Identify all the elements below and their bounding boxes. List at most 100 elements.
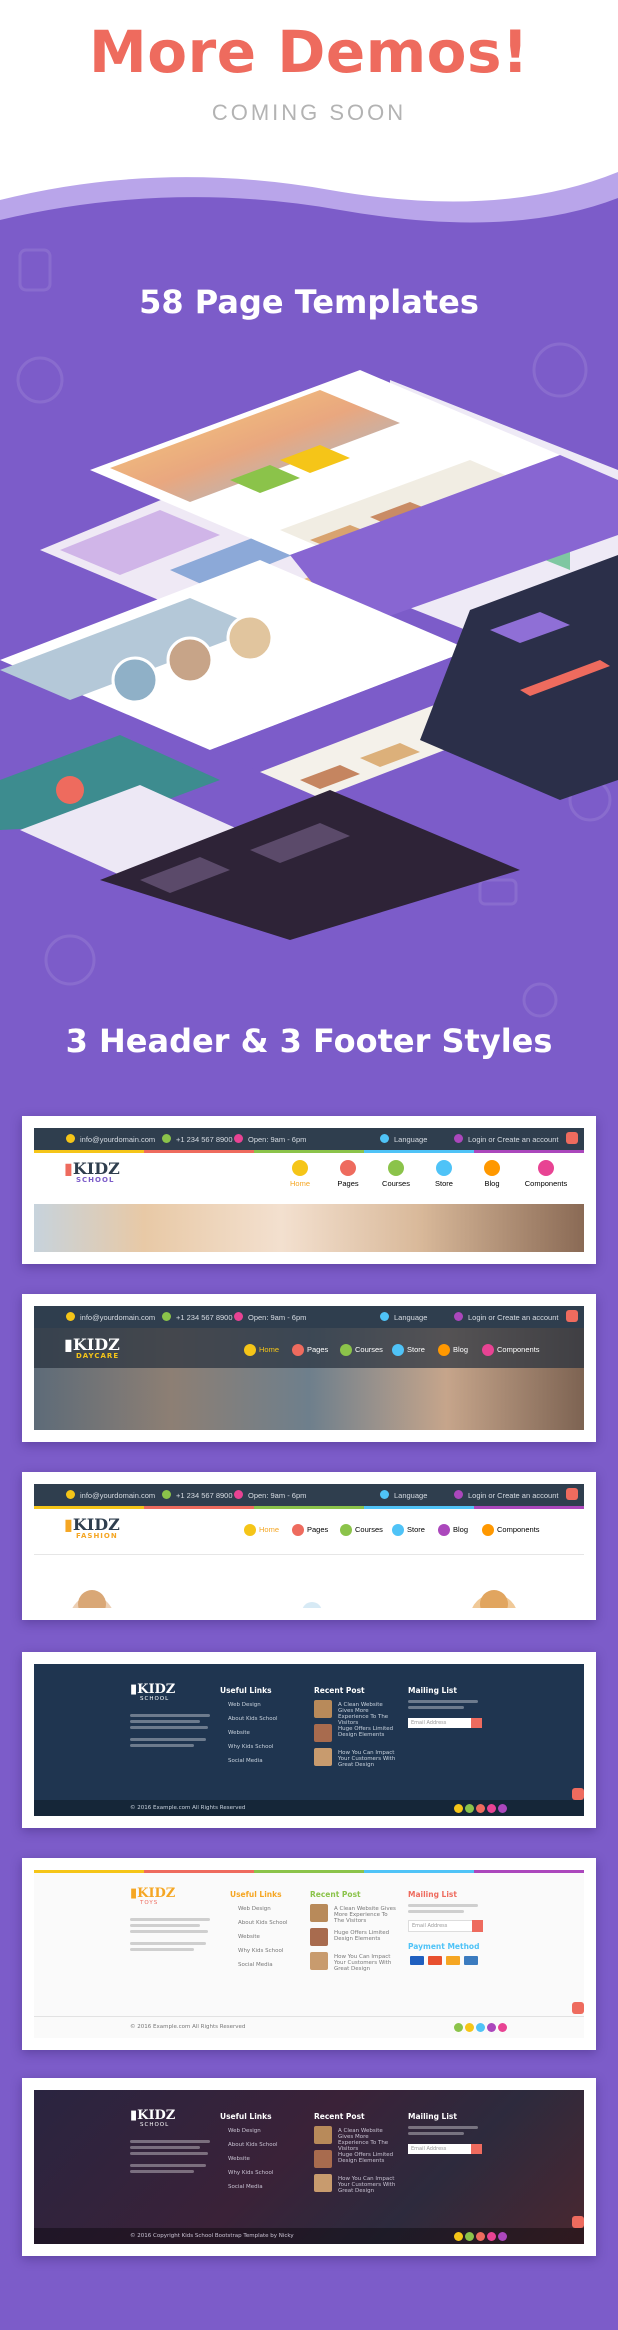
hero-title: More Demos! <box>89 18 529 86</box>
newsletter-submit-button[interactable] <box>471 1718 482 1728</box>
cart-icon[interactable] <box>566 1488 578 1500</box>
lock-icon <box>454 1490 463 1499</box>
nav-store[interactable]: Store <box>392 1524 436 1536</box>
footer-link[interactable]: Why Kids School <box>228 2170 273 2176</box>
social-icon[interactable] <box>454 2232 463 2241</box>
recent-post[interactable]: A Clean Website Gives More Experience To… <box>338 1702 398 1726</box>
social-icon[interactable] <box>487 1804 496 1813</box>
scroll-top-icon[interactable] <box>572 1788 584 1800</box>
social-icon[interactable] <box>465 2023 474 2032</box>
email-text[interactable]: info@yourdomain.com <box>80 1313 155 1322</box>
footer-link[interactable]: Why Kids School <box>228 1744 273 1750</box>
footer-link[interactable]: Social Media <box>228 2184 263 2190</box>
recent-post[interactable]: A Clean Website Gives More Experience To… <box>338 2128 398 2152</box>
phone-text[interactable]: +1 234 567 8900 <box>176 1491 233 1500</box>
header-style-2: info@yourdomain.com +1 234 567 8900 Open… <box>22 1294 596 1442</box>
footer-link[interactable]: Social Media <box>238 1962 273 1968</box>
scroll-top-icon[interactable] <box>572 2216 584 2228</box>
nav-components[interactable]: Components <box>482 1344 552 1356</box>
nav-pages[interactable]: Pages <box>292 1524 336 1536</box>
footer-logo[interactable]: ▮KIDZ SCHOOL <box>130 1683 175 1702</box>
hero-photo <box>34 1556 584 1608</box>
social-icon[interactable] <box>498 2232 507 2241</box>
email-text[interactable]: info@yourdomain.com <box>80 1491 155 1500</box>
social-icon[interactable] <box>454 2023 463 2032</box>
login-link[interactable]: Login or Create an account <box>468 1135 558 1144</box>
nav-blog[interactable]: Blog <box>438 1524 478 1536</box>
header-style-3: info@yourdomain.com +1 234 567 8900 Open… <box>22 1472 596 1620</box>
globe-icon <box>380 1312 389 1321</box>
nav-courses[interactable]: Courses <box>340 1344 388 1356</box>
footer-link[interactable]: Web Design <box>238 1906 271 1912</box>
wave-divider <box>0 172 618 250</box>
social-icon[interactable] <box>476 2232 485 2241</box>
phone-text[interactable]: +1 234 567 8900 <box>176 1135 233 1144</box>
nav-courses[interactable]: Courses <box>340 1524 388 1536</box>
recent-post-title: Recent Post <box>310 1890 361 1899</box>
footer-link[interactable]: Why Kids School <box>238 1948 283 1954</box>
recent-post[interactable]: How You Can Impact Your Customers With G… <box>338 2176 398 2194</box>
recent-post[interactable]: A Clean Website Gives More Experience To… <box>334 1906 396 1924</box>
recent-post[interactable]: How You Can Impact Your Customers With G… <box>334 1954 396 1972</box>
nav-pages[interactable]: Pages <box>292 1344 336 1356</box>
newsletter-email-input[interactable]: Email Address <box>408 1718 471 1728</box>
logo[interactable]: ▮KIDZ SCHOOL <box>64 1161 120 1185</box>
nav-store[interactable]: Store <box>392 1344 436 1356</box>
newsletter-email-input[interactable]: Email Address <box>408 1920 473 1932</box>
language-select[interactable]: Language <box>394 1313 427 1322</box>
nav-store[interactable]: Store <box>424 1160 464 1188</box>
cart-icon[interactable] <box>566 1310 578 1322</box>
nav-blog[interactable]: Blog <box>472 1160 512 1188</box>
nav-blog[interactable]: Blog <box>438 1344 478 1356</box>
nav-home[interactable]: Home <box>244 1524 288 1536</box>
logo[interactable]: ▮KIDZ DAYCARE <box>64 1337 120 1361</box>
newsletter-submit-button[interactable] <box>472 1920 483 1932</box>
logo[interactable]: ▮KIDZ FASHION <box>64 1517 120 1541</box>
useful-links-title: Useful Links <box>220 2112 272 2121</box>
social-icon[interactable] <box>498 2023 507 2032</box>
recent-post[interactable]: How You Can Impact Your Customers With G… <box>338 1750 398 1768</box>
login-link[interactable]: Login or Create an account <box>468 1313 558 1322</box>
social-icon[interactable] <box>498 1804 507 1813</box>
envelope-icon <box>66 1312 75 1321</box>
social-icon[interactable] <box>465 1804 474 1813</box>
recent-post[interactable]: Huge Offers Limited Design Elements <box>334 1930 396 1942</box>
scroll-top-icon[interactable] <box>572 2002 584 2014</box>
email-text[interactable]: info@yourdomain.com <box>80 1135 155 1144</box>
nav-components[interactable]: Components <box>482 1524 552 1536</box>
cart-icon[interactable] <box>566 1132 578 1144</box>
nav-home[interactable]: Home <box>244 1344 288 1356</box>
social-icon[interactable] <box>487 2023 496 2032</box>
newsletter-email-input[interactable]: Email Address <box>408 2144 471 2154</box>
nav-pages[interactable]: Pages <box>328 1160 368 1188</box>
footer-link[interactable]: About Kids School <box>238 1920 288 1926</box>
footer-logo[interactable]: ▮KIDZ TOYS <box>130 1887 175 1906</box>
phone-text[interactable]: +1 234 567 8900 <box>176 1313 233 1322</box>
social-icon[interactable] <box>476 2023 485 2032</box>
footer-link[interactable]: Website <box>238 1934 260 1940</box>
newsletter-submit-button[interactable] <box>471 2144 482 2154</box>
language-select[interactable]: Language <box>394 1135 427 1144</box>
footer-link[interactable]: Web Design <box>228 2128 261 2134</box>
hero-photo <box>34 1204 584 1252</box>
nav-components[interactable]: Components <box>520 1160 572 1188</box>
footer-link[interactable]: Web Design <box>228 1702 261 1708</box>
footer-link[interactable]: Social Media <box>228 1758 263 1764</box>
mailing-title: Mailing List <box>408 1686 457 1695</box>
social-icon[interactable] <box>454 1804 463 1813</box>
footer-link[interactable]: About Kids School <box>228 2142 278 2148</box>
footer-link[interactable]: About Kids School <box>228 1716 278 1722</box>
footer-link[interactable]: Website <box>228 1730 250 1736</box>
social-icon[interactable] <box>476 1804 485 1813</box>
nav-courses[interactable]: Courses <box>376 1160 416 1188</box>
footer-link[interactable]: Website <box>228 2156 250 2162</box>
recent-post[interactable]: Huge Offers Limited Design Elements <box>338 1726 398 1738</box>
social-icon[interactable] <box>465 2232 474 2241</box>
social-icon[interactable] <box>487 2232 496 2241</box>
language-select[interactable]: Language <box>394 1491 427 1500</box>
recent-post[interactable]: Huge Offers Limited Design Elements <box>338 2152 398 2164</box>
mastercard-icon <box>428 1956 442 1965</box>
nav-home[interactable]: Home <box>280 1160 320 1188</box>
footer-logo[interactable]: ▮KIDZ SCHOOL <box>130 2109 175 2128</box>
login-link[interactable]: Login or Create an account <box>468 1491 558 1500</box>
